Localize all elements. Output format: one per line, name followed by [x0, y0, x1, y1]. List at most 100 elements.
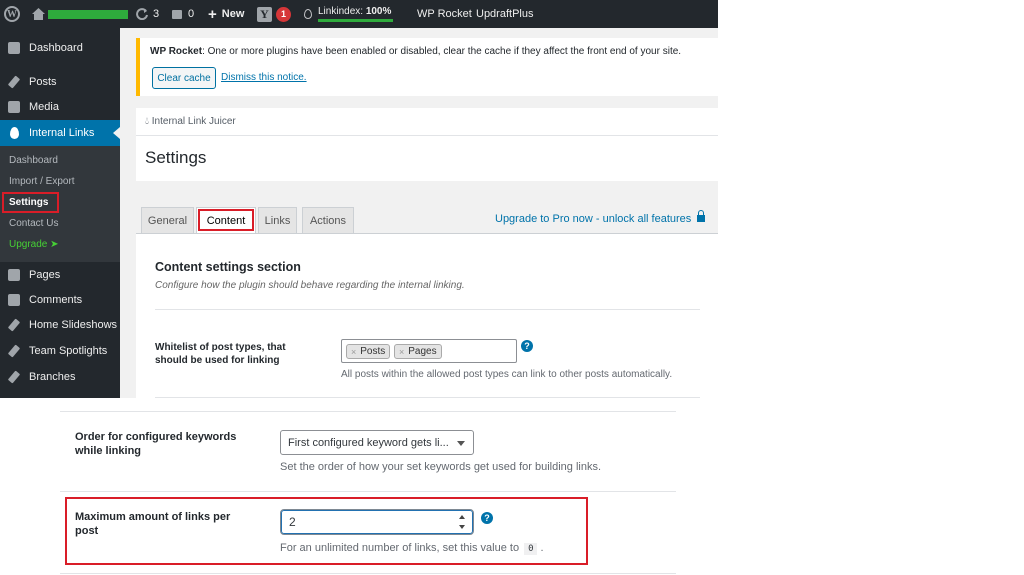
arrow-right-icon: ➤ [50, 239, 59, 250]
linkindex-label: Linkindex: [318, 6, 364, 17]
wp-rocket-notice: WP Rocket: One or more plugins have been… [136, 38, 718, 96]
notice-text: : One or more plugins have been enabled … [202, 46, 682, 57]
comments-count: 0 [188, 8, 195, 20]
upgrade-label: Upgrade [9, 239, 48, 250]
updates-link[interactable]: 3 [136, 0, 159, 28]
sidebar-item-label: Internal Links [29, 127, 95, 139]
remove-token-icon[interactable]: × [399, 347, 404, 357]
upgrade-pro-label: Upgrade to Pro now - unlock all features [495, 213, 692, 225]
chevron-down-icon [457, 441, 465, 446]
media-icon [8, 101, 20, 113]
token-pages[interactable]: × Pages [394, 344, 442, 359]
sidebar-item-pages[interactable]: Pages [0, 262, 120, 288]
sidebar-item-internal-links[interactable]: Internal Links [0, 120, 120, 146]
lock-icon [697, 210, 706, 222]
token-posts[interactable]: × Posts [346, 344, 391, 359]
row-divider [60, 573, 676, 574]
submenu-contact-us[interactable]: Contact Us [9, 218, 58, 229]
header-divider [136, 135, 718, 136]
sidebar-item-label: Branches [29, 371, 76, 383]
bottom-screenshot: Order for configured keywords while link… [60, 405, 680, 575]
clear-cache-button[interactable]: Clear cache [152, 67, 216, 89]
new-content-link[interactable]: + New [208, 0, 244, 28]
sidebar-item-comments[interactable]: Comments [0, 287, 120, 313]
upgrade-pro-link[interactable]: Upgrade to Pro now - unlock all features [495, 210, 706, 225]
section-description: Configure how the plugin should behave r… [155, 280, 465, 291]
yoast-seo-menu[interactable]: Y 1 [257, 0, 291, 28]
tab-actions[interactable]: Actions [302, 207, 354, 233]
pin-icon [7, 75, 21, 89]
row-divider [155, 397, 700, 398]
comments-link[interactable]: 0 [172, 0, 194, 28]
content-tab-highlight-box [198, 209, 254, 231]
keyword-order-hint: Set the order of how your set keywords g… [280, 461, 602, 473]
sidebar-item-team-spotlights[interactable]: Team Spotlights [0, 338, 120, 364]
linkindex-value: 100% [365, 6, 392, 17]
new-label: New [221, 8, 245, 20]
tab-links[interactable]: Links [258, 207, 297, 233]
section-divider [155, 309, 700, 310]
wordpress-logo-icon[interactable]: W [4, 0, 22, 28]
sidebar-item-media[interactable]: Media [0, 94, 120, 120]
sidebar-item-label: Pages [29, 269, 61, 281]
tab-general[interactable]: General [141, 207, 194, 233]
comment-bubble-icon [172, 9, 182, 19]
comments-icon [8, 294, 20, 306]
sidebar-item-home-slideshows[interactable]: Home Slideshows [0, 312, 120, 338]
pages-icon [8, 269, 20, 281]
droplet-icon [10, 127, 19, 139]
whitelist-label: Whitelist of post types, that should be … [155, 342, 286, 366]
keyword-order-select[interactable]: First configured keyword gets li... [280, 430, 474, 455]
help-question-icon[interactable]: ? [521, 340, 533, 352]
linkindex-menu[interactable]: Linkindex: 100% [304, 0, 393, 28]
settings-highlight-box [2, 192, 59, 213]
pin-icon [7, 370, 21, 384]
plugin-brand: 💧︎ Internal Link Juicer [145, 116, 236, 127]
droplet-icon [304, 9, 312, 19]
updates-count: 3 [153, 8, 160, 20]
dismiss-notice-link[interactable]: Dismiss this notice. [221, 72, 307, 83]
updraftplus-menu[interactable]: UpdraftPlus [476, 0, 533, 28]
keyword-order-value: First configured keyword gets li... [288, 436, 449, 449]
max-links-highlight-box [65, 497, 588, 565]
yoast-notification-badge: 1 [276, 6, 291, 22]
plugin-header: 💧︎ Internal Link Juicer Settings [136, 108, 718, 181]
submenu-import-export[interactable]: Import / Export [9, 176, 75, 187]
page-title: Settings [145, 148, 207, 167]
linkindex-progress-bar [318, 19, 393, 22]
submenu-upgrade[interactable]: Upgrade ➤ [9, 239, 59, 250]
sidebar-item-label: Posts [29, 76, 57, 88]
sidebar-item-label: Home Slideshows [29, 319, 118, 331]
sidebar-item-dashboard[interactable]: Dashboard [0, 35, 120, 61]
post-types-multiselect[interactable]: × Posts × Pages [341, 339, 517, 363]
notice-plugin-name: WP Rocket [150, 46, 203, 57]
sidebar-item-label: Dashboard [29, 42, 83, 54]
remove-token-icon[interactable]: × [351, 347, 356, 357]
sidebar-item-label: Comments [29, 294, 83, 306]
sidebar-item-label: Media [29, 101, 59, 113]
pin-icon [7, 344, 21, 358]
site-name-link[interactable] [48, 0, 128, 28]
plus-icon: + [208, 5, 217, 23]
plugin-brand-name: Internal Link Juicer [151, 116, 236, 127]
admin-bar: W 3 0 + New Y 1 Linkindex: 100% WP Rocke… [0, 0, 718, 28]
sidebar-item-branches[interactable]: Branches [0, 364, 120, 390]
home-icon[interactable] [32, 0, 46, 28]
droplet-icon: 💧︎ [145, 116, 149, 127]
token-label: Posts [360, 346, 386, 357]
row-divider [60, 491, 676, 492]
row-divider [60, 411, 676, 412]
submenu-dashboard[interactable]: Dashboard [9, 155, 58, 166]
notice-message: WP Rocket: One or more plugins have been… [150, 46, 681, 57]
admin-sidebar: Dashboard Posts Media Internal Links Das… [0, 28, 120, 398]
yoast-icon: Y [257, 6, 272, 22]
wp-rocket-menu[interactable]: WP Rocket [417, 0, 472, 28]
token-label: Pages [408, 346, 437, 357]
sidebar-item-label: Team Spotlights [29, 345, 108, 357]
sidebar-item-posts[interactable]: Posts [0, 69, 120, 95]
dashboard-icon [8, 42, 20, 54]
whitelist-hint: All posts within the allowed post types … [341, 369, 673, 380]
section-title: Content settings section [155, 260, 301, 274]
pin-icon [7, 318, 21, 332]
top-screenshot: W 3 0 + New Y 1 Linkindex: 100% WP Rocke… [0, 0, 718, 398]
